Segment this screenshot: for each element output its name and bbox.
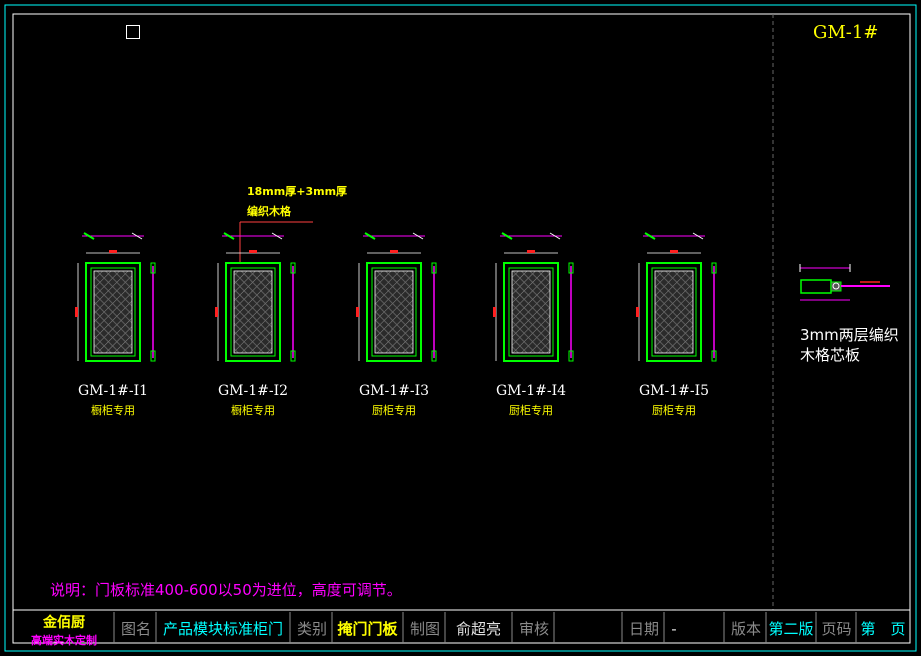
door-code-2: GM-1#-I2 (217, 383, 289, 399)
width-dimension-value (109, 250, 117, 253)
category-label: 类别 (296, 620, 327, 638)
door-woven-panel (93, 270, 133, 354)
door-elevation-2 (215, 232, 296, 362)
version: 第二版 (768, 620, 814, 638)
callout-line-1: 18mm厚+3mm厚 (247, 185, 348, 198)
inner-frame (12, 13, 911, 644)
door-code-5: GM-1#-I5 (638, 383, 710, 399)
page-number: 第 页 (860, 620, 906, 638)
brand-tagline: 高端实木定制 (31, 634, 97, 647)
review-label: 审核 (518, 620, 549, 638)
door-use-4: 厨柜专用 (509, 404, 553, 417)
brand-logo: 金佰厨 高端实木定制 (16, 612, 112, 648)
section-detail (799, 264, 890, 301)
version-label: 版本 (730, 620, 761, 638)
page-label: 页码 (821, 620, 852, 638)
door-use-2: 橱柜专用 (231, 404, 275, 417)
height-dimension-value (215, 307, 218, 317)
cad-drawing-canvas (4, 4, 917, 652)
door-woven-panel (233, 270, 273, 354)
date-value: - (671, 620, 677, 638)
date-label: 日期 (628, 620, 659, 638)
drawing-name-label: 图名 (120, 620, 151, 638)
door-elevation-5 (636, 232, 717, 362)
footer-note: 说明：门板标准400-600以50为进位，高度可调节。 (50, 581, 402, 599)
height-dimension-value (356, 307, 359, 317)
door-woven-panel (374, 270, 414, 354)
height-dimension-value (75, 307, 78, 317)
drawing-name: 产品模块标准柜门 (162, 620, 283, 638)
section-note-line-2: 木格芯板 (800, 346, 861, 364)
door-use-3: 厨柜专用 (372, 404, 416, 417)
drafter: 俞超亮 (455, 620, 501, 638)
door-code-1: GM-1#-I1 (77, 383, 149, 399)
brand-name: 金佰厨 (43, 615, 85, 631)
width-dimension-value (670, 250, 678, 253)
door-use-1: 橱柜专用 (91, 404, 135, 417)
width-dimension-value (527, 250, 535, 253)
door-woven-panel (654, 270, 694, 354)
outer-frame (4, 4, 917, 652)
width-dimension-value (390, 250, 398, 253)
door-woven-panel (511, 270, 551, 354)
door-code-3: GM-1#-I3 (358, 383, 430, 399)
viewport-checkbox[interactable] (126, 25, 140, 39)
drawing-code: GM-1# (813, 22, 879, 43)
category: 掩门门板 (337, 620, 398, 638)
door-elevation-1 (75, 232, 156, 362)
door-code-4: GM-1#-I4 (495, 383, 567, 399)
section-note-line-1: 3mm两层编织 (800, 326, 899, 344)
height-dimension-value (636, 307, 639, 317)
door-elevation-4 (493, 232, 574, 362)
width-dimension-value (249, 250, 257, 253)
height-dimension-value (493, 307, 496, 317)
callout-line-2: 编织木格 (247, 205, 291, 218)
door-elevation-3 (356, 232, 437, 362)
door-elevations (75, 232, 717, 362)
drafter-label: 制图 (409, 620, 440, 638)
door-use-5: 厨柜专用 (652, 404, 696, 417)
